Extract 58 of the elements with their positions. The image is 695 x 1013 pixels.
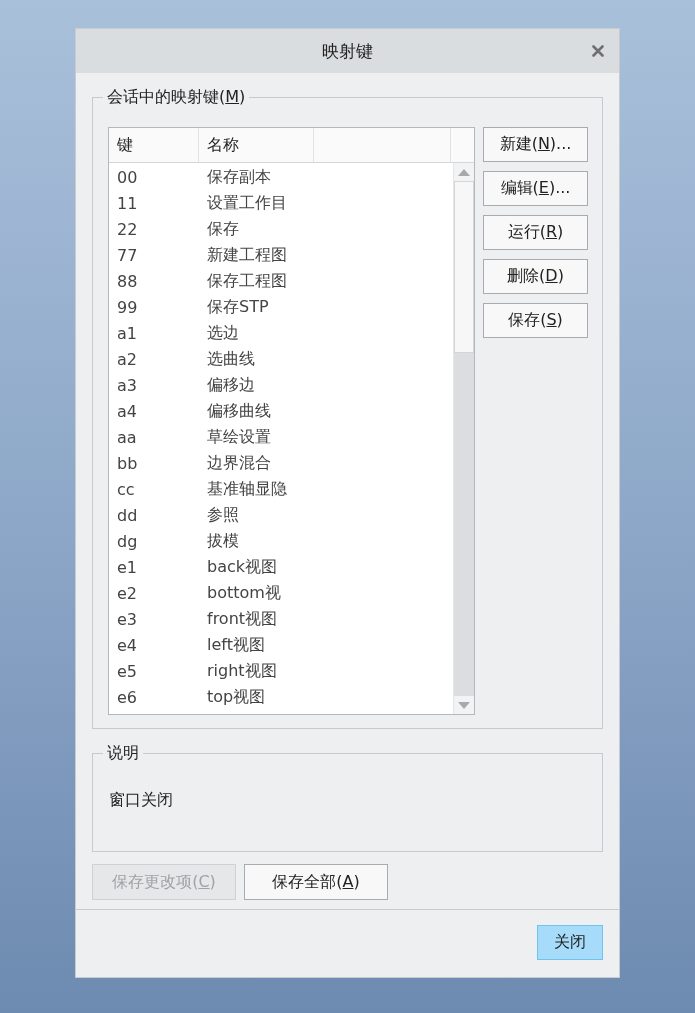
table-cell-text: 22	[116, 219, 139, 239]
table-cell-text: 新建工程图	[206, 244, 288, 266]
table-cell-text: a4	[116, 401, 138, 421]
group-label: 会话中的映射键(M)	[103, 86, 250, 108]
table-cell-text: 00	[116, 167, 139, 187]
table-cell-text: bb	[116, 453, 139, 473]
table-cell-text: 偏移边	[206, 374, 256, 396]
scrollbar[interactable]	[453, 163, 474, 714]
table-cell-text: bottom视	[206, 582, 282, 604]
table-cell-text: 保存	[206, 218, 240, 240]
table-cell-text: 保存副本	[206, 166, 272, 188]
table-cell-text: 88	[116, 271, 139, 291]
close-button[interactable]: 关闭	[537, 925, 603, 960]
column-header[interactable]: 键	[109, 128, 199, 162]
table-cell-text: cc	[116, 479, 136, 499]
table-cell-text: front视图	[206, 608, 279, 630]
action-button[interactable]: 运行(R)	[483, 215, 588, 250]
action-button[interactable]: 新建(N)...	[483, 127, 588, 162]
action-button[interactable]: 编辑(E)...	[483, 171, 588, 206]
action-button[interactable]: 保存(S)	[483, 303, 588, 338]
table-cell-text: e1	[116, 557, 139, 577]
table-cell-text: 选边	[206, 322, 240, 344]
table-cell-text: aa	[116, 427, 138, 447]
table-cell-text: e3	[116, 609, 139, 629]
column-header[interactable]: 名称	[199, 128, 314, 162]
table-cell-text: 边界混合	[206, 452, 272, 474]
scroll-thumb[interactable]	[454, 181, 474, 353]
table-cell-text: right视图	[206, 660, 278, 682]
table-cell-text: 基准轴显隐	[206, 478, 288, 500]
table-cell-text: e2	[116, 583, 139, 603]
table-cell-text: e5	[116, 661, 139, 681]
table-cell-text: top视图	[206, 686, 267, 708]
table-cell-text: 77	[116, 245, 139, 265]
table-cell-text: a3	[116, 375, 138, 395]
table-cell-text: 草绘设置	[206, 426, 272, 448]
table-cell-text: a2	[116, 349, 138, 369]
table-cell-text: 保存STP	[206, 296, 270, 318]
close-icon[interactable]	[592, 45, 604, 57]
table-cell-text: 参照	[206, 504, 240, 526]
save-all-button[interactable]: 保存全部(A)	[244, 864, 388, 900]
window-title: 映射键	[322, 39, 373, 63]
table-cell-text: left视图	[206, 634, 266, 656]
table-cell-text: dg	[116, 531, 139, 551]
table-cell-text: 拔模	[206, 530, 240, 552]
table-cell-text: 选曲线	[206, 348, 256, 370]
table-cell-text: 偏移曲线	[206, 400, 272, 422]
table-cell-text: 保存工程图	[206, 270, 288, 292]
table-cell-text: e6	[116, 687, 139, 707]
table-cell-text: back视图	[206, 556, 279, 578]
table-cell-text: a1	[116, 323, 138, 343]
action-button[interactable]: 删除(D)	[483, 259, 588, 294]
description-text: 窗口关闭	[109, 790, 173, 809]
table-cell-text: dd	[116, 505, 139, 525]
table-cell-text: 99	[116, 297, 139, 317]
group-label: 说明	[103, 742, 143, 764]
table-cell-text: e4	[116, 635, 139, 655]
table-cell-text: 11	[116, 193, 139, 213]
table-cell-text: 设置工作目	[206, 192, 288, 214]
